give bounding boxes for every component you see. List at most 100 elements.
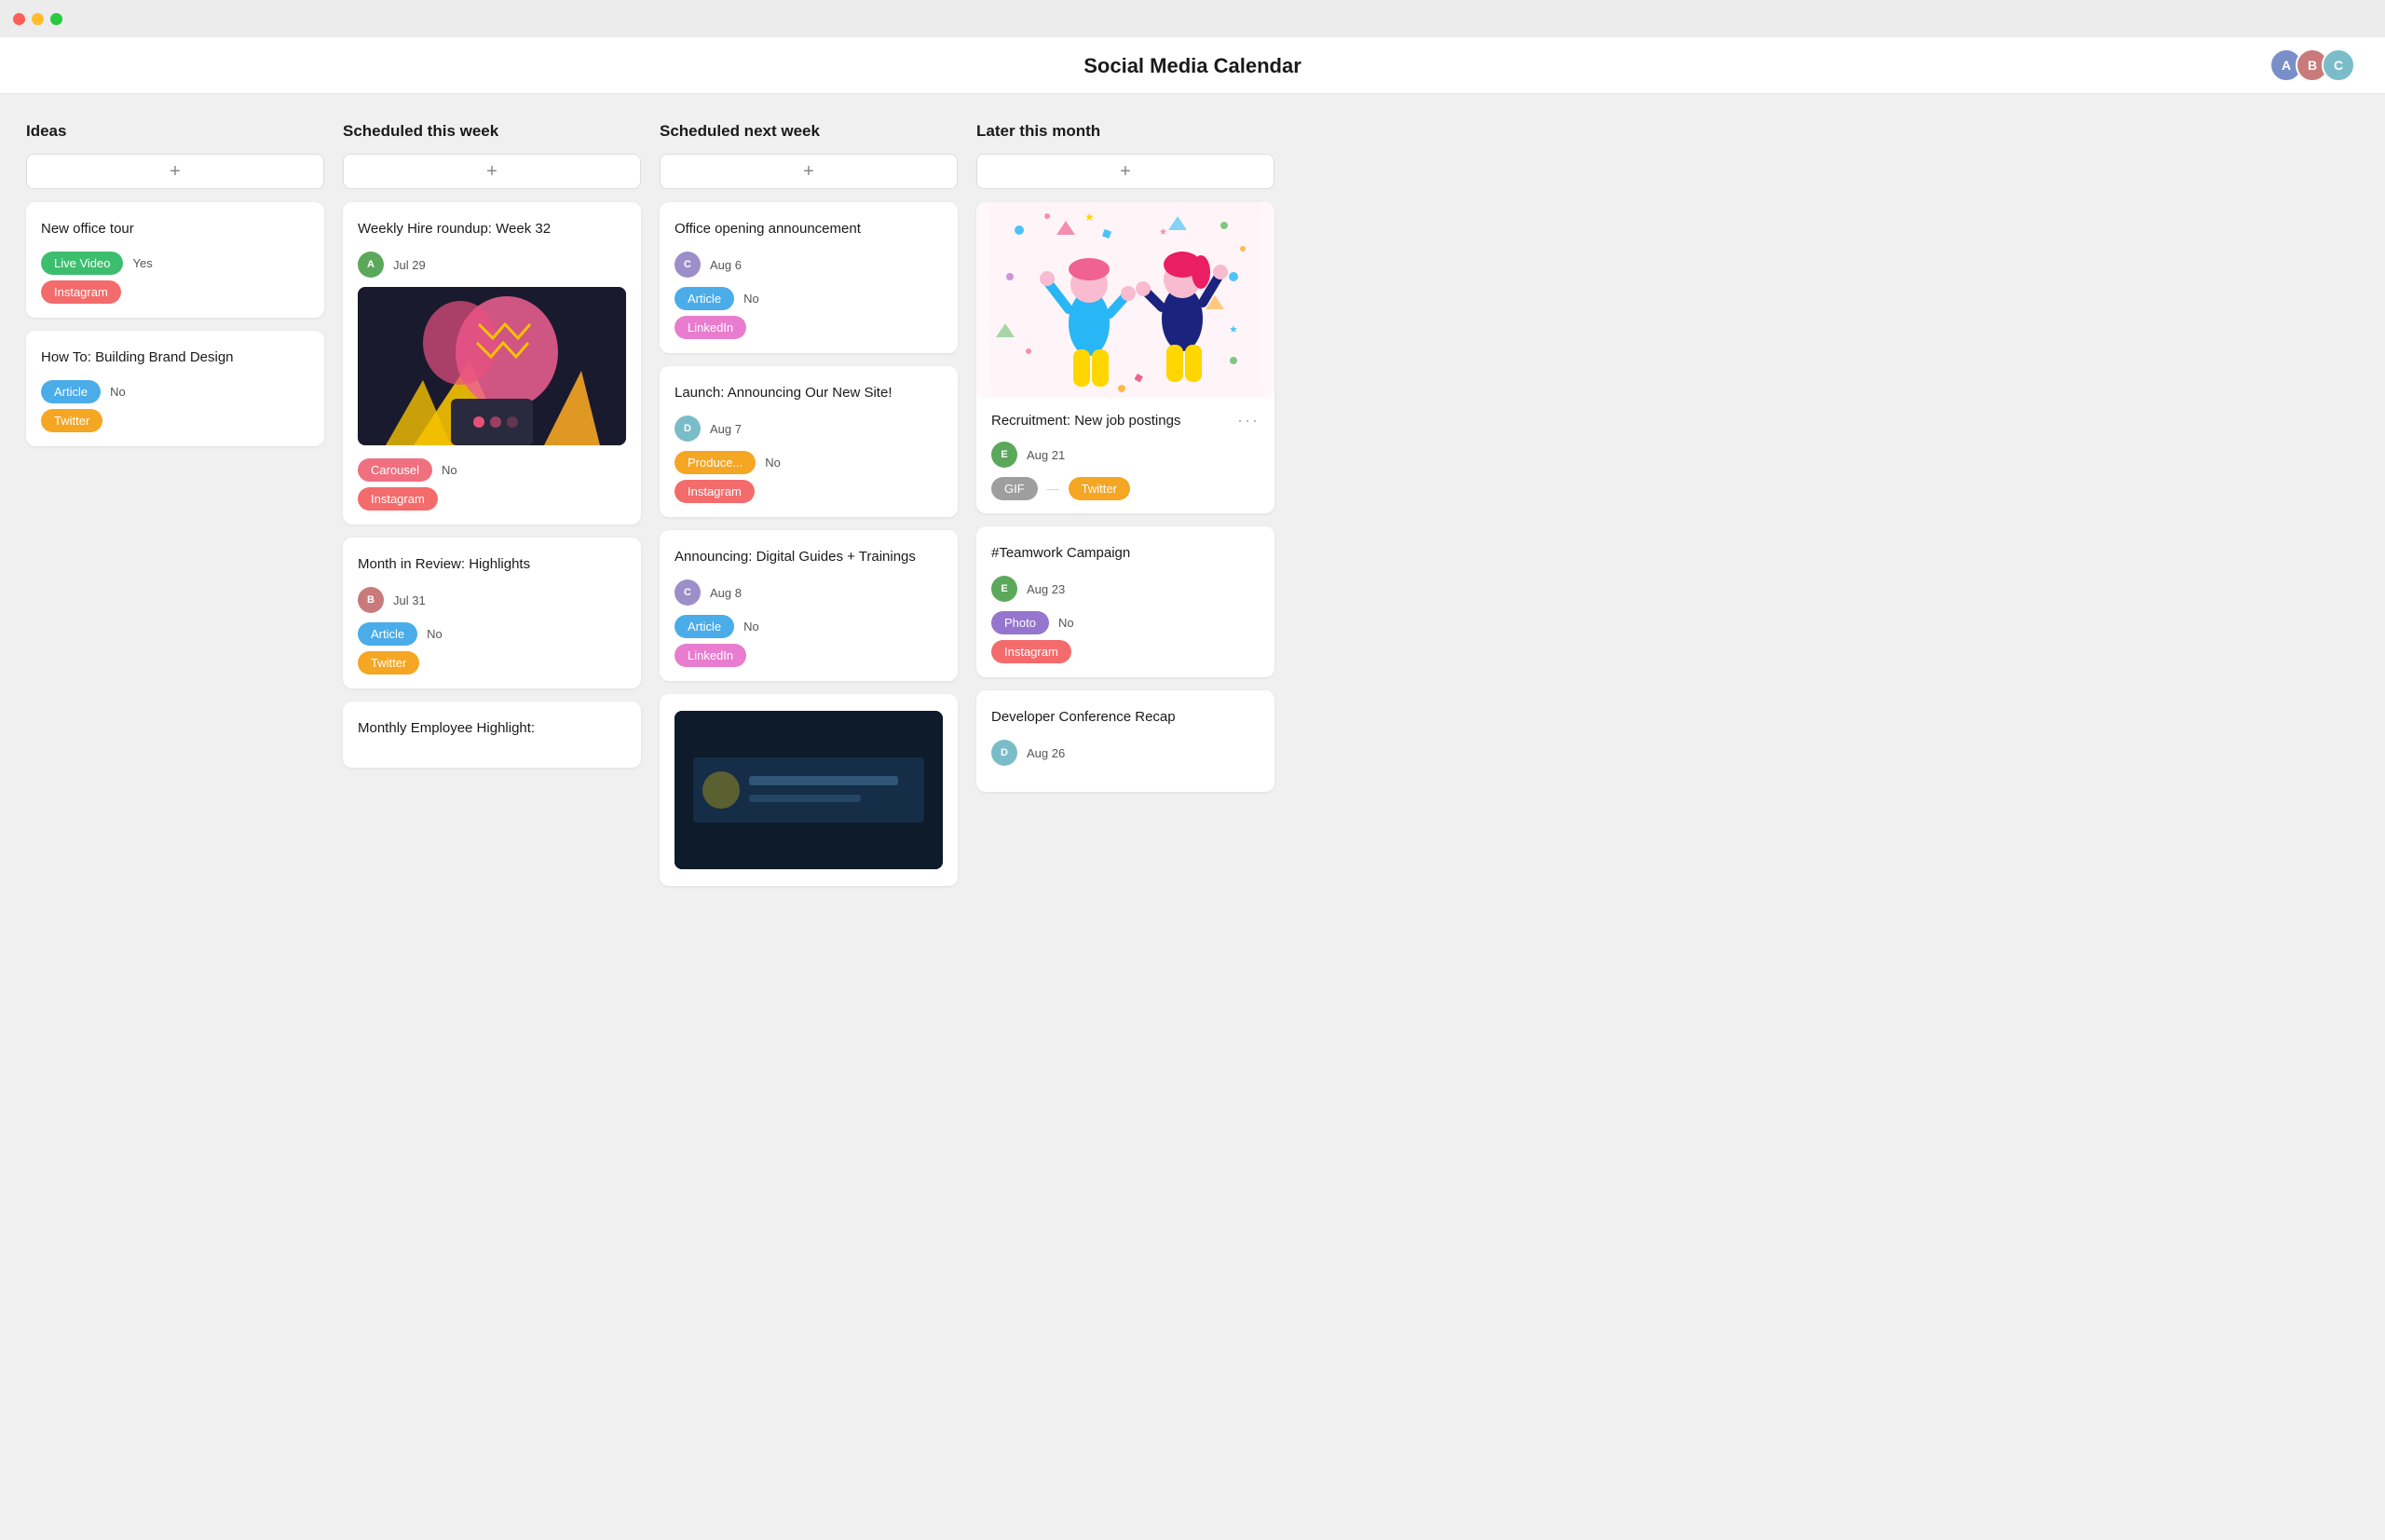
card-title: Month in Review: Highlights bbox=[358, 554, 626, 574]
type-tag[interactable]: Article bbox=[358, 622, 417, 646]
board: Ideas + New office tour Live Video Yes I… bbox=[0, 94, 2385, 1540]
card-title: How To: Building Brand Design bbox=[41, 348, 309, 367]
app-header: Social Media Calendar A B C bbox=[0, 37, 2385, 94]
date-text: Jul 31 bbox=[393, 593, 426, 607]
card-title: New office tour bbox=[41, 219, 309, 238]
title-bar bbox=[0, 0, 2385, 37]
card-weekly-hire: Weekly Hire roundup: Week 32 A Jul 29 bbox=[343, 202, 641, 525]
card-avatar: C bbox=[675, 579, 701, 606]
type-tag[interactable]: Carousel bbox=[358, 458, 432, 482]
card-image bbox=[358, 287, 626, 445]
tags-row: Article No bbox=[358, 622, 626, 646]
date-text: Aug 7 bbox=[710, 422, 742, 436]
column-later-month: Later this month + bbox=[976, 122, 1274, 1512]
card-meta: B Jul 31 bbox=[358, 587, 626, 613]
user-avatars: A B C bbox=[2269, 48, 2355, 82]
svg-text:★: ★ bbox=[1159, 227, 1167, 238]
platform-tag[interactable]: Instagram bbox=[358, 487, 438, 511]
svg-text:★: ★ bbox=[1229, 324, 1238, 335]
card-digital-guides: Announcing: Digital Guides + Trainings C… bbox=[660, 530, 958, 681]
page-title: Social Media Calendar bbox=[0, 54, 2385, 78]
card-title: #Teamwork Campaign bbox=[991, 543, 1260, 563]
tags-row: Produce... No bbox=[675, 451, 943, 474]
column-scheduled-week: Scheduled this week + Weekly Hire roundu… bbox=[343, 122, 641, 1512]
date-text: Aug 21 bbox=[1027, 448, 1065, 462]
card-avatar: D bbox=[991, 740, 1017, 766]
column-ideas-title: Ideas bbox=[26, 122, 324, 141]
platform-tag[interactable]: Instagram bbox=[675, 480, 755, 503]
card-month-review: Month in Review: Highlights B Jul 31 Art… bbox=[343, 538, 641, 688]
maximize-button[interactable] bbox=[50, 13, 62, 25]
close-button[interactable] bbox=[13, 13, 25, 25]
card-avatar: B bbox=[358, 587, 384, 613]
approved-text: No bbox=[765, 456, 781, 470]
platform-tag[interactable]: LinkedIn bbox=[675, 316, 746, 339]
card-avatar: A bbox=[358, 252, 384, 278]
add-scheduled-week-button[interactable]: + bbox=[343, 154, 641, 189]
avatar-3[interactable]: C bbox=[2322, 48, 2355, 82]
date-text: Aug 26 bbox=[1027, 746, 1065, 760]
add-ideas-button[interactable]: + bbox=[26, 154, 324, 189]
tags-row: Article No bbox=[41, 380, 309, 403]
card-new-office-tour: New office tour Live Video Yes Instagram bbox=[26, 202, 324, 318]
card-image bbox=[675, 711, 943, 869]
tags-row: Article No bbox=[675, 615, 943, 638]
column-later-month-title: Later this month bbox=[976, 122, 1274, 141]
celebration-bg: ★ ★ ★ bbox=[976, 202, 1274, 398]
type-tag[interactable]: Produce... bbox=[675, 451, 756, 474]
date-text: Aug 6 bbox=[710, 258, 742, 272]
type-tag[interactable]: Photo bbox=[991, 611, 1049, 634]
card-body: Recruitment: New job postings ··· E Aug … bbox=[976, 398, 1274, 513]
date-text: Jul 29 bbox=[393, 258, 426, 272]
card-avatar: E bbox=[991, 576, 1017, 602]
approved-text: No bbox=[442, 463, 457, 477]
svg-text:★: ★ bbox=[1084, 211, 1095, 224]
column-ideas: Ideas + New office tour Live Video Yes I… bbox=[26, 122, 324, 1512]
add-later-month-button[interactable]: + bbox=[976, 154, 1274, 189]
platform-tag[interactable]: Twitter bbox=[41, 409, 102, 432]
card-title: Office opening announcement bbox=[675, 219, 943, 238]
platform-tag[interactable]: Twitter bbox=[358, 651, 419, 675]
card-meta: D Aug 26 bbox=[991, 740, 1260, 766]
type-tag[interactable]: Article bbox=[41, 380, 101, 403]
platform-tag[interactable]: Instagram bbox=[991, 640, 1071, 663]
card-teamwork: #Teamwork Campaign E Aug 23 Photo No Ins… bbox=[976, 526, 1274, 677]
card-dev-conference: Developer Conference Recap D Aug 26 bbox=[976, 690, 1274, 792]
approved-text: No bbox=[743, 620, 759, 634]
card-meta: E Aug 21 bbox=[991, 442, 1260, 468]
approved-text: No bbox=[1058, 616, 1074, 630]
card-meta: C Aug 6 bbox=[675, 252, 943, 278]
tags-row: Article No bbox=[675, 287, 943, 310]
dash: — bbox=[1047, 482, 1059, 496]
type-tag[interactable]: Live Video bbox=[41, 252, 123, 275]
platform-tag[interactable]: LinkedIn bbox=[675, 644, 746, 667]
platform-tag[interactable]: Twitter bbox=[1069, 477, 1130, 500]
type-tag[interactable]: Article bbox=[675, 615, 734, 638]
card-avatar: E bbox=[991, 442, 1017, 468]
card-monthly-employee: Monthly Employee Highlight: bbox=[343, 702, 641, 768]
approved-text: No bbox=[110, 385, 126, 399]
celebration-image: ★ ★ ★ bbox=[976, 202, 1274, 398]
add-next-week-button[interactable]: + bbox=[660, 154, 958, 189]
card-title: Weekly Hire roundup: Week 32 bbox=[358, 219, 626, 238]
card-title: Developer Conference Recap bbox=[991, 707, 1260, 727]
card-title: Recruitment: New job postings bbox=[991, 411, 1180, 430]
approved-text: No bbox=[743, 292, 759, 306]
type-tag[interactable]: Article bbox=[675, 287, 734, 310]
approved-text: No bbox=[427, 627, 443, 641]
card-office-opening: Office opening announcement C Aug 6 Arti… bbox=[660, 202, 958, 353]
tags-row: Carousel No bbox=[358, 458, 626, 482]
card-brand-design: How To: Building Brand Design Article No… bbox=[26, 331, 324, 446]
minimize-button[interactable] bbox=[32, 13, 44, 25]
type-tag[interactable]: GIF bbox=[991, 477, 1038, 500]
platform-tag[interactable]: Instagram bbox=[41, 280, 121, 304]
card-launch-new-site: Launch: Announcing Our New Site! D Aug 7… bbox=[660, 366, 958, 517]
tags-row: Photo No bbox=[991, 611, 1260, 634]
more-options-button[interactable]: ··· bbox=[1237, 411, 1260, 430]
card-recruitment: ★ ★ ★ bbox=[976, 202, 1274, 513]
card-image-dark bbox=[675, 711, 943, 869]
card-avatar: C bbox=[675, 252, 701, 278]
approved-text: Yes bbox=[132, 256, 152, 270]
card-image-colorful bbox=[358, 287, 626, 445]
tags-row: GIF — Twitter bbox=[991, 477, 1260, 500]
